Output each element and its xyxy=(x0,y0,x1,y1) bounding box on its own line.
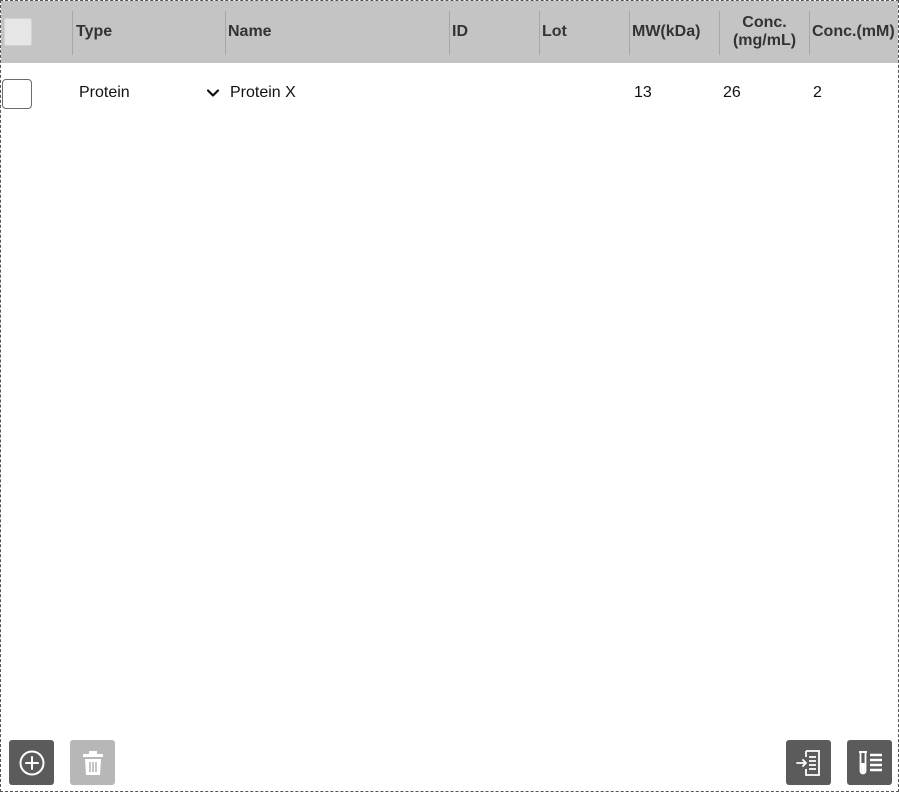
header-conc-mgml-line2: (mg/mL) xyxy=(732,32,797,49)
header-conc-mgml[interactable]: Conc. (mg/mL) xyxy=(720,1,809,63)
table-header: Type Name ID Lot MW(kDa) Conc. (mg/mL) C… xyxy=(1,1,898,63)
conc-mm-cell[interactable]: 2 xyxy=(813,63,897,123)
lot-cell[interactable] xyxy=(542,63,627,123)
chevron-down-icon[interactable] xyxy=(205,85,221,101)
header-id[interactable]: ID xyxy=(452,1,537,63)
mw-cell[interactable]: 13 xyxy=(634,63,718,123)
header-conc-mgml-line1: Conc. xyxy=(742,14,787,31)
column-separator xyxy=(225,11,226,55)
column-separator xyxy=(449,11,450,55)
import-button[interactable] xyxy=(786,740,831,785)
select-all-checkbox[interactable] xyxy=(4,18,32,46)
test-tube-list-icon xyxy=(858,750,882,774)
column-separator xyxy=(539,11,540,55)
header-lot[interactable]: Lot xyxy=(542,1,627,63)
column-separator xyxy=(72,11,73,55)
header-mw[interactable]: MW(kDa) xyxy=(632,1,718,63)
table-panel: Type Name ID Lot MW(kDa) Conc. (mg/mL) C… xyxy=(0,0,899,792)
delete-row-button[interactable] xyxy=(70,740,115,785)
trash-icon xyxy=(82,750,103,775)
header-conc-mm[interactable]: Conc.(mM) xyxy=(812,1,898,63)
row-checkbox[interactable] xyxy=(2,79,32,109)
sample-list-button[interactable] xyxy=(847,740,892,785)
column-separator xyxy=(809,11,810,55)
import-list-icon xyxy=(795,749,820,776)
add-row-button[interactable] xyxy=(9,740,54,785)
id-cell[interactable] xyxy=(452,63,537,123)
type-select-value: Protein xyxy=(79,84,130,101)
type-select[interactable]: Protein xyxy=(79,63,219,123)
conc-mgml-cell[interactable]: 26 xyxy=(723,63,807,123)
table-row[interactable]: Protein Protein X 13 26 2 xyxy=(1,63,898,123)
header-type[interactable]: Type xyxy=(76,1,221,63)
header-name[interactable]: Name xyxy=(228,1,446,63)
plus-circle-icon xyxy=(19,750,44,775)
column-separator xyxy=(629,11,630,55)
name-cell[interactable]: Protein X xyxy=(230,63,445,123)
